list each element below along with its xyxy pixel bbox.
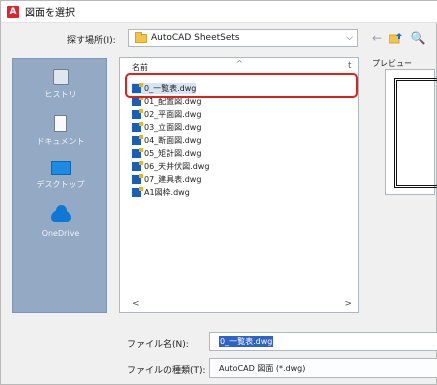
column-header-t[interactable]: t: [348, 61, 352, 71]
autocad-app-icon: A: [7, 5, 19, 18]
onedrive-icon-wrap: [50, 205, 71, 225]
look-in-dropdown[interactable]: AutoCAD SheetSets ⌵: [128, 29, 358, 47]
dwg-file-icon: [132, 96, 143, 106]
filetype-value: AutoCAD 図面 (*.dwg): [219, 363, 306, 373]
chevron-down-icon[interactable]: ⌵: [346, 33, 353, 43]
filetype-label: ファイルの種類(T):: [127, 366, 206, 376]
dwg-file-icon: [132, 148, 143, 158]
file-item[interactable]: 06_天井伏図.dwg: [132, 161, 209, 172]
folder-up-icon[interactable]: [389, 29, 403, 47]
file-name: A1図枠.dwg: [144, 188, 190, 197]
preview-pane: [385, 69, 437, 195]
file-item[interactable]: 03_立面図.dwg: [132, 122, 201, 133]
scroll-left-icon[interactable]: <: [132, 299, 140, 309]
filename-input[interactable]: 0_一覧表.dwg: [209, 332, 437, 351]
dwg-file-icon: [132, 187, 143, 197]
sort-indicator-icon: ^: [236, 59, 243, 68]
history-icon: [52, 69, 69, 85]
dwg-file-icon: [132, 161, 143, 171]
file-name: 07_建具表.dwg: [144, 175, 202, 184]
place-label: OneDrive: [41, 229, 80, 238]
back-arrow-icon[interactable]: ←: [370, 29, 384, 47]
place-onedrive[interactable]: OneDrive: [13, 203, 108, 247]
places-bar: ヒストリ ドキュメント デスクトップ OneDrive: [12, 58, 107, 313]
horizontal-scrollbar[interactable]: < >: [120, 298, 358, 312]
select-drawing-dialog: A 図面を選択 探す場所(I): AutoCAD SheetSets ⌵ ← 🔍…: [0, 0, 437, 385]
drawing-frame-thumbnail: [394, 78, 437, 188]
place-documents[interactable]: ドキュメント: [13, 111, 108, 155]
filetype-dropdown[interactable]: AutoCAD 図面 (*.dwg): [209, 358, 437, 378]
place-label: ヒストリ: [44, 90, 77, 99]
filename-label: ファイル名(N):: [127, 340, 189, 350]
file-name: 05_矩計図.dwg: [144, 149, 202, 158]
place-label: ドキュメント: [36, 137, 85, 146]
selection-highlight-annotation: [125, 73, 358, 98]
scroll-right-icon[interactable]: >: [344, 299, 352, 309]
dwg-file-icon: [132, 122, 143, 132]
place-desktop[interactable]: デスクトップ: [13, 157, 108, 201]
file-name: 03_立面図.dwg: [144, 123, 202, 132]
filename-value: 0_一覧表.dwg: [219, 336, 274, 347]
file-item[interactable]: 04_断面図.dwg: [132, 135, 201, 146]
folder-icon: [135, 31, 147, 43]
onedrive-icon: [50, 205, 71, 222]
file-name: 02_平面図.dwg: [144, 110, 202, 119]
search-icon[interactable]: 🔍: [411, 29, 426, 47]
look-in-label: 探す場所(I):: [67, 36, 116, 46]
place-label: デスクトップ: [36, 180, 85, 189]
dwg-file-icon: [132, 174, 143, 184]
look-in-value: AutoCAD SheetSets: [151, 33, 240, 43]
column-header-name[interactable]: 名前: [132, 62, 148, 73]
file-name: 04_断面図.dwg: [144, 136, 202, 145]
file-item[interactable]: 02_平面図.dwg: [132, 109, 201, 120]
file-name: 06_天井伏図.dwg: [144, 162, 210, 171]
place-history[interactable]: ヒストリ: [13, 65, 108, 109]
documents-icon: [54, 115, 67, 132]
desktop-icon: [50, 161, 71, 175]
file-item[interactable]: 05_矩計図.dwg: [132, 148, 201, 159]
file-item[interactable]: 07_建具表.dwg: [132, 174, 201, 185]
title-bar: A 図面を選択: [1, 1, 437, 23]
dwg-file-icon: [132, 109, 143, 119]
dialog-title: 図面を選択: [25, 8, 75, 19]
dwg-file-icon: [132, 135, 143, 145]
preview-label: プレビュー: [372, 59, 412, 68]
file-item[interactable]: A1図枠.dwg: [132, 187, 190, 198]
